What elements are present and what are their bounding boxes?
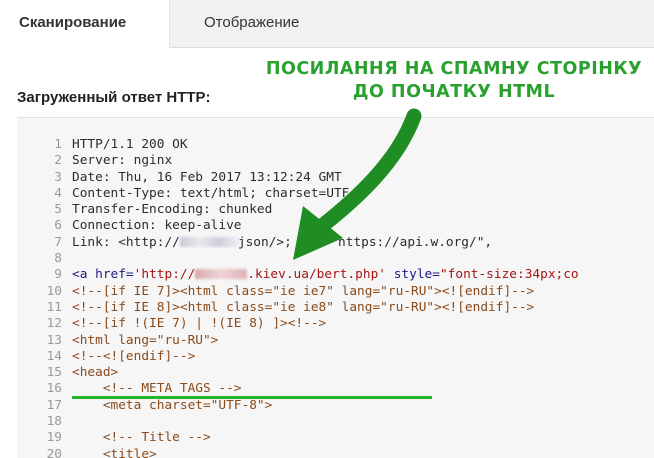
line-number: 9 — [54, 267, 62, 283]
line-number: 4 — [54, 185, 62, 201]
code-line: 5 Transfer-Encoding: chunked — [17, 202, 654, 218]
line-number: 10 — [46, 283, 62, 299]
line-number: 5 — [54, 202, 62, 218]
spam-link-underline — [72, 396, 432, 399]
line-number: 18 — [46, 414, 62, 430]
code-text: <!-- Title --> — [72, 430, 211, 446]
line-number: 2 — [54, 153, 62, 169]
code-text: <!--<![endif]--> — [72, 348, 196, 364]
equals-sign: = — [432, 267, 440, 283]
line-number: 3 — [54, 169, 62, 185]
line-number: 17 — [46, 397, 62, 413]
annotation-line-2: ДО ПОЧАТКУ HTML — [352, 82, 556, 102]
http-response-code-viewer[interactable]: 1 HTTP/1.1 200 OK 2 Server: nginx 3 Date: T… — [17, 117, 654, 458]
code-line: 1 HTTP/1.1 200 OK — [17, 137, 654, 153]
code-text: <!--[if IE 8]><html class="ie ie8" lang=… — [72, 299, 535, 315]
http-response-heading: Загруженный ответ HTTP: — [17, 89, 211, 106]
code-line: 6 Connection: keep-alive — [17, 218, 654, 234]
code-text: <a href='http://.kiev.ua/bert.php' style… — [72, 267, 579, 283]
code-line: 10 <!--[if IE 7]><html class="ie ie7" lan… — [17, 284, 654, 300]
code-text: Transfer-Encoding: chunked — [72, 202, 273, 218]
line-number: 14 — [46, 348, 62, 364]
code-line: 12 <!--[if !(IE 7) | !(IE 8) ]><!--> — [17, 316, 654, 332]
code-line: 13 <html lang="ru-RU"> — [17, 333, 654, 349]
code-line-spam-link: 9 <a href='http://.kiev.ua/bert.php' styl… — [17, 267, 654, 283]
link-header-suffix: json/>; rel="https://api.w.org/", — [237, 234, 493, 250]
style-attr: style — [386, 267, 433, 283]
code-line: 2 Server: nginx — [17, 153, 654, 169]
href-value-suffix: .kiev.ua/bert.php' — [247, 267, 386, 283]
code-text: <meta charset="UTF-8"> — [72, 397, 273, 413]
redacted-domain — [179, 236, 238, 247]
code-text: Link: <http:// json/>; rel="https://api.w… — [72, 235, 492, 251]
code-line: 19 <!-- Title --> — [17, 430, 654, 446]
style-value: "font-size:34px;co — [439, 267, 579, 283]
line-number: 6 — [54, 218, 62, 234]
href-attr: href — [95, 267, 126, 283]
code-line: 7 Link: <http:// json/>; rel="https://api.… — [17, 235, 654, 251]
line-number: 19 — [46, 430, 62, 446]
code-line: 14 <!--<![endif]--> — [17, 349, 654, 365]
line-number: 8 — [54, 251, 62, 267]
code-text: Date: Thu, 16 Feb 2017 13:12:24 GMT — [72, 169, 342, 185]
tab-display[interactable]: Отображение — [170, 0, 654, 48]
link-header-prefix: Link: <http:// — [72, 234, 180, 250]
tab-scanning[interactable]: Сканирование — [0, 0, 170, 48]
href-value-prefix: 'http:// — [133, 267, 196, 283]
code-text: <!--[if !(IE 7) | !(IE 8) ]><!--> — [72, 316, 327, 332]
code-line: 17 <meta charset="UTF-8"> — [17, 398, 654, 414]
code-line: 4 Content-Type: text/html; charset=UTF-8 — [17, 186, 654, 202]
line-number: 12 — [46, 316, 62, 332]
tab-bar: Сканирование Отображение — [0, 0, 654, 48]
redacted-spam-domain — [195, 269, 248, 280]
line-number: 20 — [46, 446, 62, 458]
code-text: <html lang="ru-RU"> — [72, 332, 219, 348]
code-text: Server: nginx — [72, 153, 173, 169]
line-number: 11 — [46, 299, 62, 315]
line-number: 7 — [54, 234, 62, 250]
spam-link-annotation: ПОСИЛАННЯ НА СПАМНУ СТОРІНКУ ДО ПОЧАТКУ … — [258, 58, 650, 104]
code-line: 3 Date: Thu, 16 Feb 2017 13:12:24 GMT — [17, 170, 654, 186]
line-number: 13 — [46, 332, 62, 348]
anchor-tag-open: <a — [72, 267, 96, 283]
code-text: <head> — [72, 365, 119, 381]
code-line: 15 <head> — [17, 365, 654, 381]
code-line: 8 — [17, 251, 654, 267]
code-text: HTTP/1.1 200 OK — [72, 137, 188, 152]
code-line: 18 — [17, 414, 654, 430]
code-line: 20 <title> — [17, 447, 654, 458]
code-text: Content-Type: text/html; charset=UTF-8 — [72, 185, 365, 201]
line-number: 1 — [54, 137, 62, 152]
code-line: 11 <!--[if IE 8]><html class="ie ie8" lan… — [17, 300, 654, 316]
annotation-line-1: ПОСИЛАННЯ НА СПАМНУ СТОРІНКУ — [265, 59, 643, 79]
line-number: 15 — [46, 365, 62, 381]
equals-sign: = — [125, 267, 134, 283]
line-number: 16 — [46, 381, 62, 397]
code-lines: 1 HTTP/1.1 200 OK 2 Server: nginx 3 Date: T… — [17, 137, 654, 458]
code-text: Connection: keep-alive — [72, 218, 242, 234]
code-text: <title> — [72, 446, 157, 458]
code-text: <!--[if IE 7]><html class="ie ie7" lang=… — [72, 283, 535, 299]
